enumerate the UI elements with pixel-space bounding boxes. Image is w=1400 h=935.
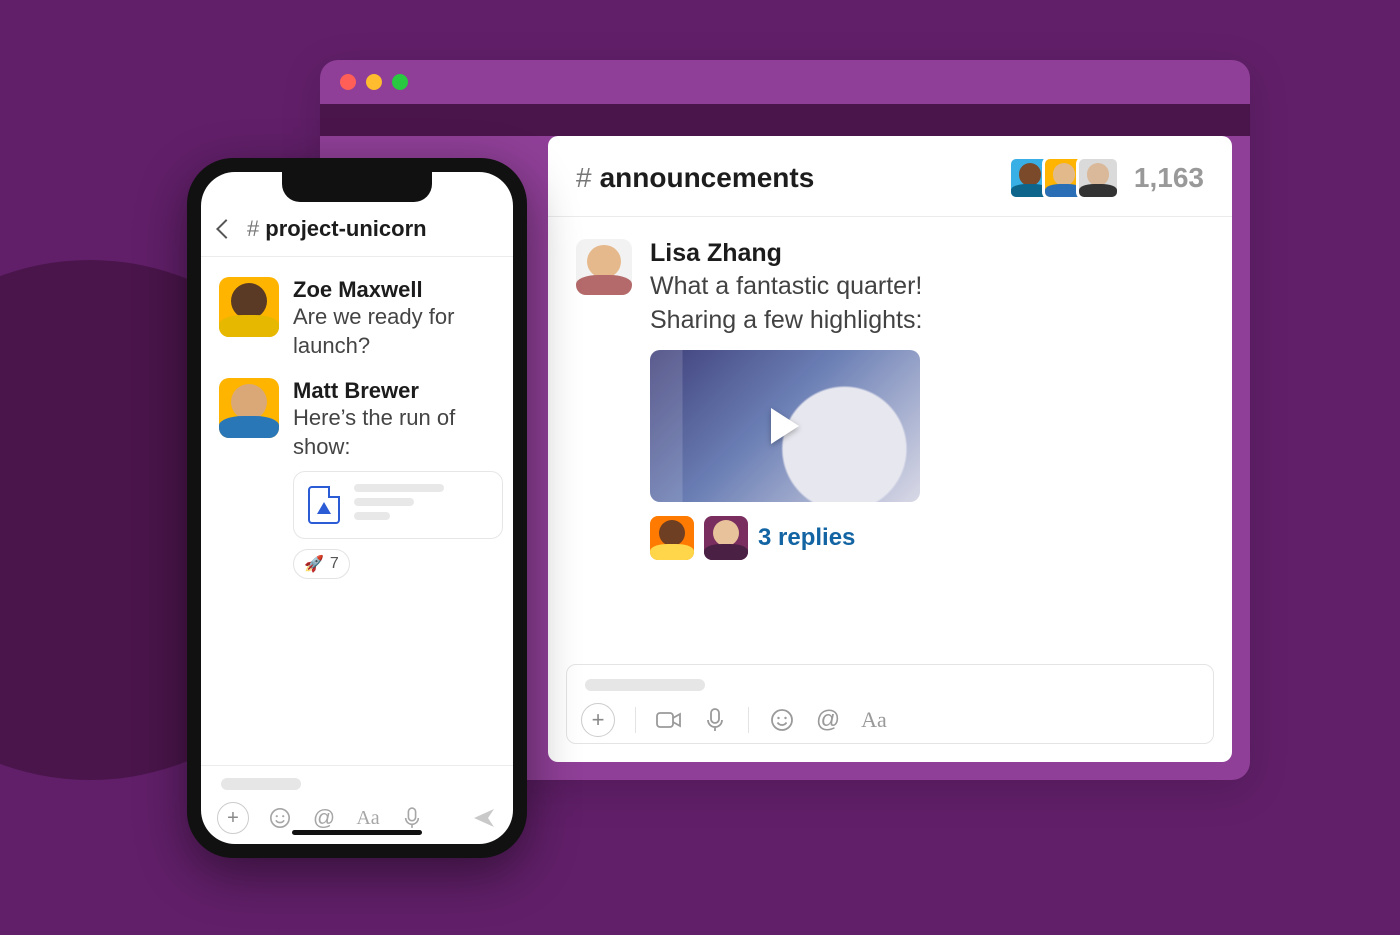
attach-button[interactable]: + (581, 703, 615, 737)
video-icon[interactable] (656, 707, 682, 733)
reaction-count: 7 (330, 555, 339, 573)
formatting-icon[interactable]: Aa (355, 805, 381, 831)
avatar[interactable] (219, 277, 279, 337)
home-indicator (292, 830, 422, 835)
separator (635, 707, 636, 733)
play-icon (771, 408, 799, 444)
phone-screen: # project-unicorn Zoe Maxwell Are we rea… (201, 172, 513, 844)
message-author[interactable]: Lisa Zhang (650, 239, 922, 268)
window-titlebar (320, 60, 1250, 104)
window-zoom-button[interactable] (392, 74, 408, 90)
window-close-button[interactable] (340, 74, 356, 90)
composer-placeholder (585, 679, 705, 691)
message: Matt Brewer Here’s the run of show: 🚀 7 (219, 378, 495, 579)
window-minimize-button[interactable] (366, 74, 382, 90)
channel-header: # announcements 1,163 (548, 136, 1232, 217)
message: Lisa Zhang What a fantastic quarter! Sha… (576, 239, 1204, 560)
phone-frame: # project-unicorn Zoe Maxwell Are we rea… (187, 158, 527, 858)
thread-replies[interactable]: 3 replies (650, 516, 922, 560)
mention-icon[interactable]: @ (815, 707, 841, 733)
composer-placeholder (221, 778, 301, 790)
attach-button[interactable]: + (217, 802, 249, 834)
hash-icon: # (576, 162, 592, 194)
emoji-icon[interactable] (769, 707, 795, 733)
avatar[interactable] (576, 239, 632, 295)
send-button[interactable] (471, 805, 497, 831)
microphone-icon[interactable] (399, 805, 425, 831)
microphone-icon[interactable] (702, 707, 728, 733)
channel-name: announcements (600, 162, 815, 194)
channel-title[interactable]: # announcements (576, 162, 814, 194)
file-preview-lines (354, 484, 488, 526)
message-author[interactable]: Matt Brewer (293, 378, 503, 404)
google-drive-doc-icon (308, 486, 340, 524)
phone-channel-title[interactable]: # project-unicorn (247, 216, 427, 242)
desktop-channel-pane: # announcements 1,163 Lisa Zhang (548, 136, 1232, 762)
mention-icon[interactable]: @ (311, 805, 337, 831)
separator (748, 707, 749, 733)
formatting-icon[interactable]: Aa (861, 707, 887, 733)
back-button[interactable] (216, 219, 236, 239)
rocket-icon: 🚀 (304, 554, 324, 574)
message-text: Are we ready for launch? (293, 303, 495, 360)
channel-name: project-unicorn (265, 216, 426, 242)
member-count: 1,163 (1134, 162, 1204, 194)
video-attachment[interactable] (650, 350, 920, 502)
file-attachment[interactable] (293, 471, 503, 539)
emoji-icon[interactable] (267, 805, 293, 831)
message-text: Here’s the run of show: (293, 404, 503, 461)
message-author[interactable]: Zoe Maxwell (293, 277, 495, 303)
message-composer[interactable]: + @ Aa (566, 664, 1214, 744)
message: Zoe Maxwell Are we ready for launch? (219, 277, 495, 360)
member-avatar-stack[interactable] (1018, 156, 1120, 200)
window-header-strip (320, 104, 1250, 136)
avatar[interactable] (219, 378, 279, 438)
replies-link[interactable]: 3 replies (758, 524, 855, 552)
phone-notch (282, 172, 432, 202)
reaction-rocket[interactable]: 🚀 7 (293, 549, 350, 579)
hash-icon: # (247, 216, 259, 242)
message-text: What a fantastic quarter! Sharing a few … (650, 270, 922, 338)
